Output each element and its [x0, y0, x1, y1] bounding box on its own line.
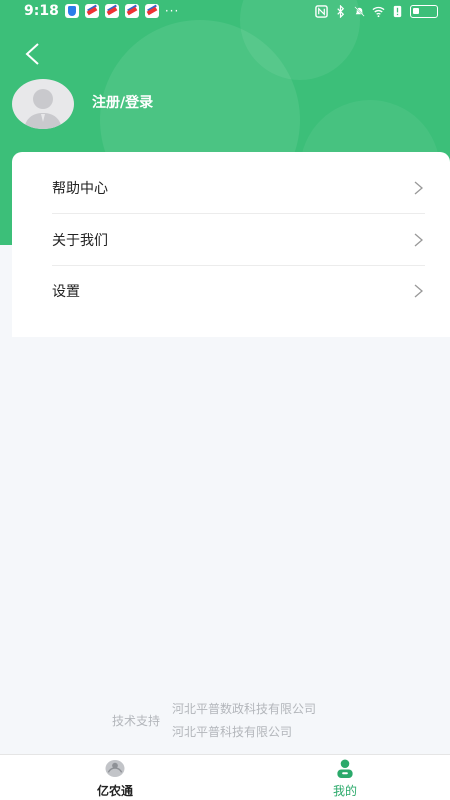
mute-bell-icon — [354, 5, 365, 17]
profile-icon — [337, 759, 353, 778]
status-left: 9:18 ··· — [24, 3, 179, 19]
chevron-right-icon — [414, 284, 423, 298]
menu-item-label: 关于我们 — [52, 232, 108, 249]
tab-label: 亿农通 — [96, 784, 133, 798]
login-register-link[interactable]: 注册/登录 — [92, 92, 153, 112]
chevron-right-icon — [414, 233, 423, 246]
more-notifications-icon: ··· — [164, 4, 180, 18]
company-name: 河北平普科技有限公司 — [172, 725, 293, 739]
bottom-tab-bar: 亿农通 我的 — [0, 754, 450, 800]
browser-app-icon — [104, 4, 119, 18]
menu-card: 帮助中心 关于我们 设置 — [12, 152, 450, 337]
tab-home[interactable]: 亿农通 — [70, 759, 160, 799]
menu-item-settings[interactable]: 设置 — [52, 265, 425, 317]
menu-item-label: 设置 — [52, 284, 80, 300]
security-app-icon — [64, 4, 79, 18]
menu-item-help[interactable]: 帮助中心 — [52, 162, 425, 214]
browser-app-icon — [124, 4, 139, 18]
home-icon — [105, 759, 125, 778]
status-right — [315, 4, 438, 18]
alert-icon — [393, 5, 402, 17]
menu-item-label: 帮助中心 — [52, 180, 108, 197]
chevron-right-icon — [414, 181, 423, 194]
back-button[interactable] — [18, 40, 46, 68]
browser-app-icon — [84, 4, 99, 18]
wifi-icon — [372, 6, 385, 17]
bluetooth-icon — [337, 4, 345, 18]
status-time: 9:18 — [24, 3, 59, 19]
status-bar: 9:18 ··· — [0, 0, 450, 22]
menu-item-about[interactable]: 关于我们 — [52, 214, 425, 266]
tab-label: 我的 — [332, 784, 357, 798]
avatar-icon — [24, 89, 62, 129]
tech-support: 技术支持 河北平普数政科技有限公司 河北平普科技有限公司 — [112, 700, 316, 740]
battery-icon — [410, 4, 438, 18]
back-chevron-icon — [25, 43, 39, 65]
support-companies: 河北平普数政科技有限公司 河北平普科技有限公司 — [172, 700, 316, 740]
tab-mine[interactable]: 我的 — [300, 759, 390, 799]
support-label: 技术支持 — [112, 714, 161, 728]
browser-app-icon — [144, 4, 159, 18]
company-name: 河北平普数政科技有限公司 — [172, 702, 317, 716]
nfc-icon — [315, 4, 328, 18]
avatar[interactable] — [12, 79, 74, 129]
